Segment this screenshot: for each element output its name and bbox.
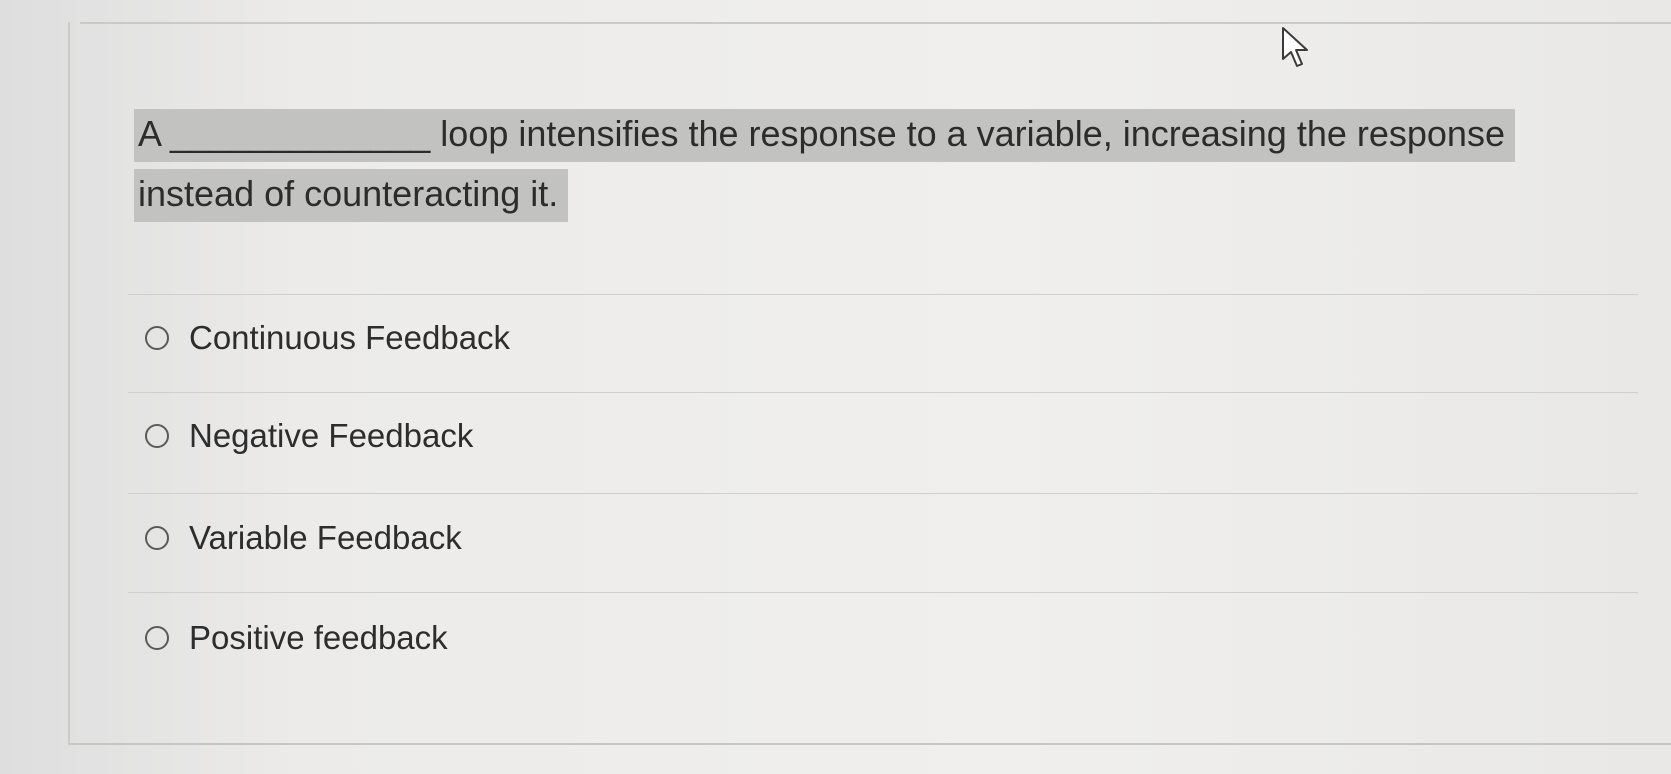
option-positive-feedback[interactable]: Positive feedback <box>145 616 448 660</box>
radio-button[interactable] <box>145 424 169 448</box>
option-label: Variable Feedback <box>189 519 462 556</box>
radio-button[interactable] <box>145 626 169 650</box>
option-label: Positive feedback <box>189 619 448 656</box>
radio-button[interactable] <box>145 526 169 550</box>
option-divider <box>128 392 1638 393</box>
radio-button[interactable] <box>145 326 169 350</box>
question-text: A _____________ loop intensifies the res… <box>134 109 1515 222</box>
option-continuous-feedback[interactable]: Continuous Feedback <box>145 316 510 360</box>
question-prompt: A _____________ loop intensifies the res… <box>134 104 1515 224</box>
option-negative-feedback[interactable]: Negative Feedback <box>145 414 473 458</box>
option-label: Continuous Feedback <box>189 319 511 356</box>
arrow-pointer-icon <box>1282 27 1308 67</box>
option-divider <box>128 493 1638 494</box>
option-label: Negative Feedback <box>189 417 474 454</box>
option-divider <box>128 592 1638 593</box>
option-variable-feedback[interactable]: Variable Feedback <box>145 516 462 560</box>
options-divider <box>128 294 1638 295</box>
